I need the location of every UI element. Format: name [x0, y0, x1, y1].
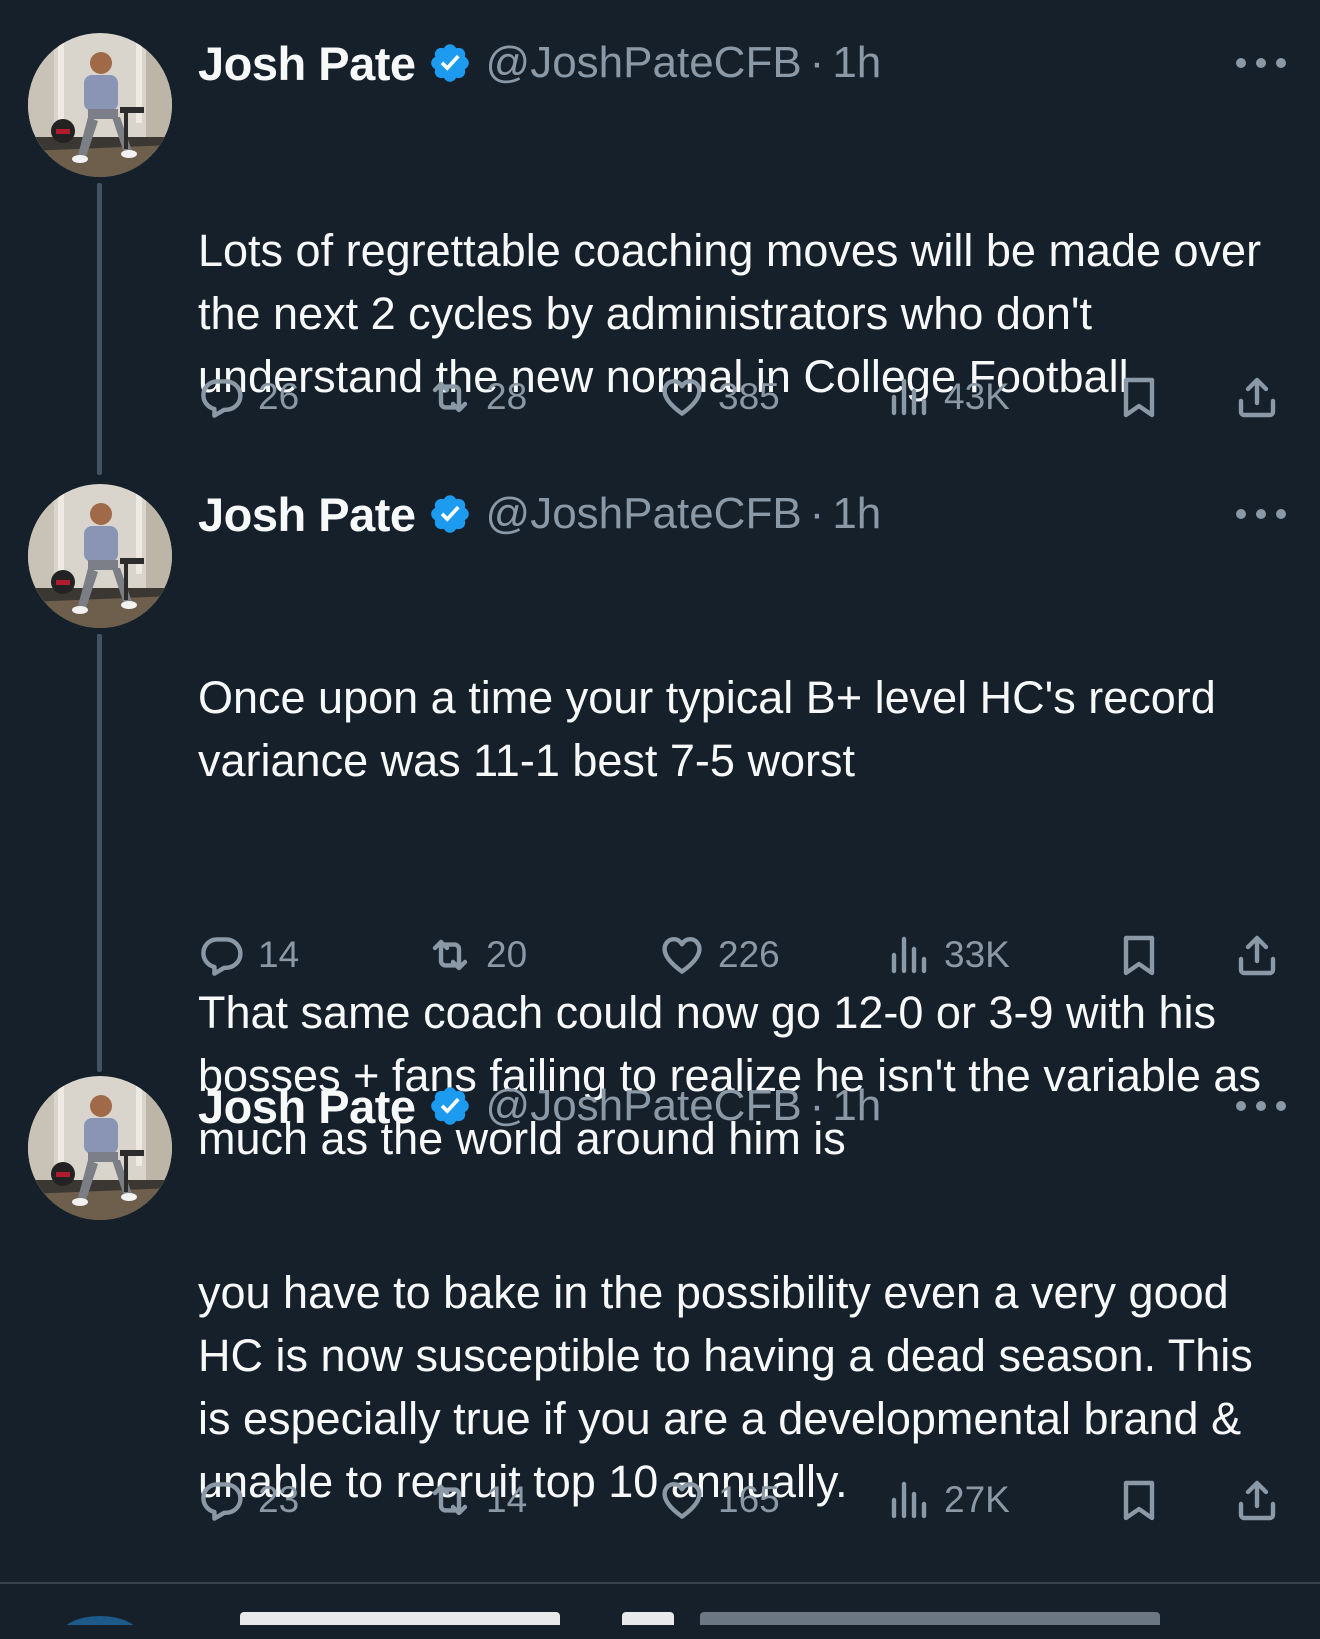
share-upload-icon [1238, 1480, 1276, 1521]
retweet-button[interactable]: 14 [426, 1472, 527, 1528]
views-chart-icon [891, 936, 927, 974]
views-chart-icon [891, 378, 927, 416]
verified-badge-icon [430, 1087, 469, 1125]
retweet-count: 20 [486, 934, 528, 975]
verified-badge-icon [430, 495, 469, 533]
next-tweet-header-fragment [240, 1612, 560, 1625]
tweet-actions: 14 20 226 33K [198, 927, 1288, 983]
reply-count: 26 [258, 376, 300, 417]
separator-dot: · [809, 1081, 825, 1130]
author-name[interactable]: Josh Pate [198, 1079, 416, 1134]
tweet-text: Lots of regrettable coaching moves will … [198, 93, 1288, 534]
like-count: 165 [718, 1479, 780, 1520]
author-handle[interactable]: @JoshPateCFB [486, 489, 802, 539]
tweet-time[interactable]: 1h [832, 1081, 881, 1131]
author-handle[interactable]: @JoshPateCFB [486, 38, 802, 88]
tweet-text: you have to bake in the possibility even… [198, 1135, 1288, 1639]
reply-bubble-icon [201, 937, 243, 976]
share-button[interactable] [1233, 369, 1281, 425]
tweet-header: Josh Pate @JoshPateCFB · 1h [198, 33, 881, 93]
view-count: 43K [944, 376, 1010, 417]
reply-button[interactable]: 23 [198, 1472, 299, 1528]
more-dots-icon [1236, 509, 1246, 519]
tweet-actions: 26 28 385 43K [198, 369, 1288, 425]
tweet-header: Josh Pate @JoshPateCFB · 1h [198, 1076, 881, 1136]
tweet-time[interactable]: 1h [832, 489, 881, 539]
retweet-icon [432, 939, 468, 971]
bookmark-icon [1123, 935, 1155, 976]
separator-dot: · [809, 38, 825, 87]
reply-button[interactable]: 14 [198, 927, 299, 983]
share-upload-icon [1238, 377, 1276, 418]
tweet-time[interactable]: 1h [832, 38, 881, 88]
more-dots-icon [1236, 1101, 1246, 1111]
next-tweet-header-fragment [700, 1612, 1160, 1625]
thread-line [97, 183, 102, 475]
retweet-count: 14 [486, 1479, 528, 1520]
timeline-divider [0, 1582, 1320, 1584]
next-tweet-header-fragment [622, 1612, 674, 1625]
next-tweet-peek [0, 1608, 1320, 1625]
views-chart-icon [891, 1481, 927, 1519]
more-options-button[interactable] [1236, 494, 1286, 534]
more-dots-icon [1236, 58, 1246, 68]
tweet-actions: 23 14 165 27K [198, 1472, 1288, 1528]
bookmark-button[interactable] [1115, 1472, 1163, 1528]
separator-dot: · [809, 489, 825, 538]
heart-icon [662, 379, 702, 416]
heart-icon [662, 1482, 702, 1519]
bookmark-icon [1123, 377, 1155, 418]
reply-count: 23 [258, 1479, 300, 1520]
share-upload-icon [1238, 935, 1276, 976]
author-name[interactable]: Josh Pate [198, 36, 416, 91]
view-count: 33K [944, 934, 1010, 975]
avatar[interactable] [28, 1076, 172, 1220]
share-button[interactable] [1233, 1472, 1281, 1528]
like-button[interactable]: 165 [658, 1472, 780, 1528]
bookmark-icon [1123, 1480, 1155, 1521]
retweet-icon [432, 381, 468, 413]
verified-badge-icon [430, 44, 469, 82]
avatar[interactable] [28, 484, 172, 628]
more-options-button[interactable] [1236, 1086, 1286, 1126]
heart-icon [662, 937, 702, 974]
author-handle[interactable]: @JoshPateCFB [486, 1081, 802, 1131]
avatar[interactable] [28, 33, 172, 177]
bookmark-button[interactable] [1115, 927, 1163, 983]
bookmark-button[interactable] [1115, 369, 1163, 425]
like-count: 385 [718, 376, 780, 417]
views-button[interactable]: 43K [884, 369, 1010, 425]
retweet-count: 28 [486, 376, 528, 417]
tweet-header: Josh Pate @JoshPateCFB · 1h [198, 484, 881, 544]
author-name[interactable]: Josh Pate [198, 487, 416, 542]
tweet-paragraph: Once upon a time your typical B+ level H… [198, 672, 1229, 786]
reply-bubble-icon [201, 379, 243, 418]
share-button[interactable] [1233, 927, 1281, 983]
next-tweet-avatar [60, 1616, 140, 1625]
more-options-button[interactable] [1236, 43, 1286, 83]
like-count: 226 [718, 934, 780, 975]
views-button[interactable]: 27K [884, 1472, 1010, 1528]
like-button[interactable]: 385 [658, 369, 780, 425]
thread-line [97, 634, 102, 1072]
retweet-icon [432, 1484, 468, 1516]
retweet-button[interactable]: 20 [426, 927, 527, 983]
reply-bubble-icon [201, 1482, 243, 1521]
retweet-button[interactable]: 28 [426, 369, 527, 425]
like-button[interactable]: 226 [658, 927, 780, 983]
reply-count: 14 [258, 934, 300, 975]
view-count: 27K [944, 1479, 1010, 1520]
reply-button[interactable]: 26 [198, 369, 299, 425]
views-button[interactable]: 33K [884, 927, 1010, 983]
